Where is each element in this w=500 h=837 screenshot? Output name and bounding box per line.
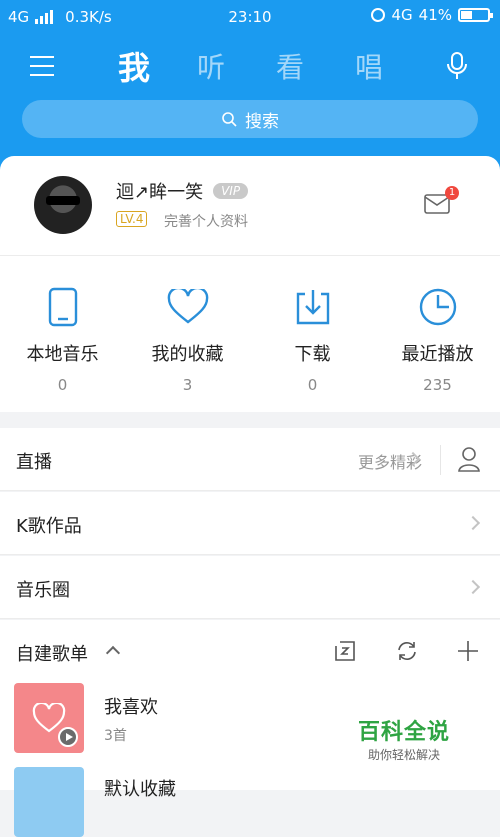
main-nav: 我 听 看 唱 — [0, 40, 500, 94]
level-badge: LV.4 — [116, 211, 148, 227]
menu-icon[interactable] — [30, 56, 54, 76]
k-songs-label: K歌作品 — [16, 516, 82, 537]
music-circle-row[interactable]: 音乐圈 — [0, 556, 500, 619]
quick-favorites[interactable]: 我的收藏 3 — [125, 286, 250, 394]
quick-count: 235 — [423, 376, 452, 394]
search-placeholder: 搜索 — [245, 111, 279, 132]
playlist-subtitle: 3首 — [104, 728, 127, 744]
top-header: 4G 0.3K/s 23:10 4G 41% 我 听 看 唱 搜索 — [0, 0, 500, 172]
phone-icon — [48, 287, 77, 327]
live-label: 直播 — [16, 452, 52, 473]
quick-label: 我的收藏 — [151, 344, 224, 365]
play-icon[interactable] — [58, 727, 78, 747]
mail-button[interactable]: 1 — [424, 186, 459, 214]
alarm-icon — [371, 8, 386, 22]
quick-download[interactable]: 下载 0 — [250, 286, 375, 394]
chevron-right-icon — [465, 579, 481, 595]
divider — [0, 255, 500, 256]
chevron-right-icon — [465, 515, 481, 531]
watermark-subtitle: 助你轻松解决 — [367, 748, 440, 762]
chevron-up-icon[interactable] — [105, 645, 121, 661]
playlist-header-label: 自建歌单 — [16, 644, 88, 665]
avatar[interactable] — [34, 176, 92, 234]
quick-label: 最近播放 — [401, 344, 474, 365]
clock-icon — [419, 288, 456, 326]
import-icon[interactable] — [334, 640, 356, 662]
status-time: 23:10 — [228, 8, 272, 26]
watermark: 百科全说 助你轻松解决 — [344, 714, 464, 763]
complete-profile-link[interactable]: 完善个人资料 — [164, 211, 248, 231]
quick-label: 本地音乐 — [26, 344, 99, 365]
quick-count: 3 — [182, 376, 193, 394]
playlist-title: 我喜欢 — [104, 697, 158, 718]
vip-badge[interactable]: VIP — [213, 183, 249, 199]
playlist-header: 自建歌单 — [0, 620, 500, 683]
tab-me[interactable]: 我 — [118, 43, 150, 89]
add-icon[interactable] — [457, 640, 479, 662]
playlist-item[interactable]: 默认收藏 — [0, 767, 500, 837]
refresh-icon[interactable] — [396, 640, 418, 662]
status-bar: 4G 0.3K/s 23:10 4G 41% — [0, 0, 500, 36]
user-icon[interactable] — [458, 446, 480, 472]
quick-count: 0 — [57, 376, 68, 394]
battery-icon — [458, 8, 493, 22]
quick-count: 0 — [307, 376, 318, 394]
playlist-title: 默认收藏 — [104, 779, 176, 800]
k-songs-row[interactable]: K歌作品 — [0, 492, 500, 555]
network-type-right: 4G — [391, 6, 413, 24]
user-name[interactable]: 迴↗眸一笑 — [116, 178, 203, 204]
playlist-cover — [14, 767, 84, 837]
tab-listen[interactable]: 听 — [197, 46, 225, 86]
search-icon — [222, 112, 237, 127]
playlist-cover — [14, 683, 84, 753]
download-icon — [296, 290, 329, 325]
search-bar[interactable]: 搜索 — [22, 100, 478, 138]
live-row[interactable]: 直播 更多精彩 — [0, 428, 500, 491]
music-circle-label: 音乐圈 — [16, 580, 70, 601]
tab-watch[interactable]: 看 — [276, 46, 304, 86]
quick-local-music[interactable]: 本地音乐 0 — [0, 286, 125, 394]
tab-sing[interactable]: 唱 — [355, 46, 383, 86]
divider — [440, 445, 441, 475]
battery-text: 41% — [418, 6, 452, 24]
watermark-title: 百科全说 — [357, 720, 450, 745]
microphone-icon[interactable] — [444, 50, 470, 82]
quick-recent[interactable]: 最近播放 235 — [375, 286, 500, 394]
quick-label: 下载 — [294, 344, 331, 365]
heart-icon — [167, 289, 208, 324]
mail-badge: 1 — [445, 186, 459, 200]
